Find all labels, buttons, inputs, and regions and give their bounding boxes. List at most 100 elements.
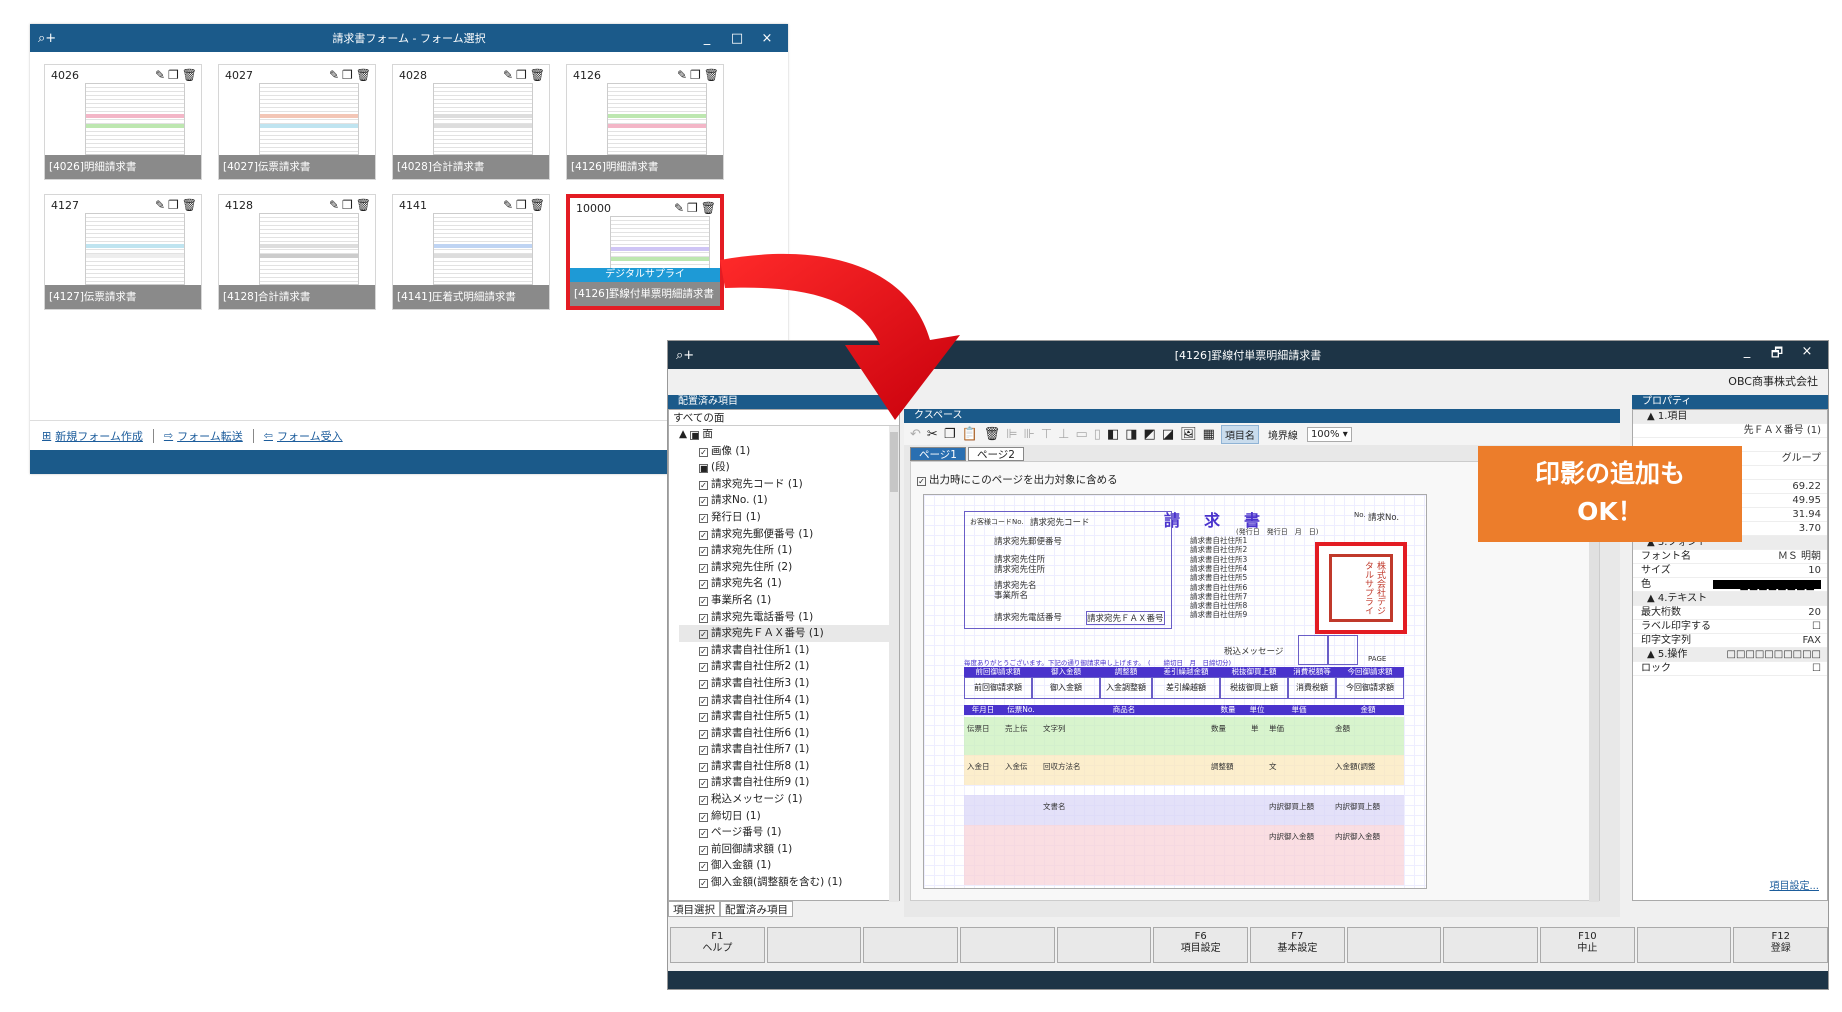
detail-cell[interactable]: 内訳御買上額 (1269, 801, 1314, 812)
checkbox[interactable]: ✓ (917, 477, 926, 486)
checkbox[interactable]: ✓ (699, 563, 708, 573)
detail-cell[interactable]: 伝票日 (967, 723, 990, 734)
detail-cell[interactable]: 内訳御買上額 (1335, 801, 1380, 812)
summary-value[interactable]: 消費税額 (1288, 677, 1336, 699)
trash-icon[interactable]: 🗑 (356, 68, 371, 82)
form-card[interactable]: 4027 ✎ ❐ 🗑 [4027]伝票請求書 (218, 64, 376, 180)
checkbox[interactable]: ✓ (699, 679, 708, 689)
tab-item-select[interactable]: 項目選択 (668, 901, 720, 917)
item-name-toggle[interactable]: 項目名 (1220, 424, 1259, 444)
property-row[interactable]: 最大桁数 20 (1633, 606, 1827, 620)
send-backward-icon[interactable]: ◩ (1144, 427, 1156, 442)
send-back-icon[interactable]: ◪ (1162, 427, 1174, 442)
checkbox[interactable]: ✓ (699, 547, 708, 557)
form-transfer-link[interactable]: ⇨ フォーム転送 (164, 428, 243, 444)
form-card[interactable]: 4026 ✎ ❐ 🗑 [4026]明細請求書 (44, 64, 202, 180)
tab-page2[interactable]: ページ2 (967, 447, 1024, 461)
checkbox[interactable]: ✓ (699, 580, 708, 590)
edit-icon[interactable]: ✎ (674, 201, 684, 215)
stamp-slot[interactable] (1328, 635, 1358, 665)
form-card[interactable]: 4141 ✎ ❐ 🗑 [4141]圧着式明細請求書 (392, 194, 550, 310)
checkbox[interactable]: ✓ (699, 497, 708, 507)
maximize-button[interactable]: □ (724, 31, 750, 46)
tree-item[interactable]: ✓ 前回御請求額 (1) (679, 841, 899, 858)
checkbox[interactable]: ✓ (699, 845, 708, 855)
summary-value[interactable]: 税抜御買上額 (1220, 677, 1288, 699)
edit-icon[interactable]: ✎ (155, 198, 165, 212)
detail-cell[interactable]: 文 (1269, 761, 1277, 772)
tree-item[interactable]: ✓ 請求書自社住所9 (1) (679, 774, 899, 791)
checkbox[interactable]: ✓ (699, 796, 708, 806)
property-value[interactable]: 10 (1713, 564, 1827, 577)
detail-cell[interactable]: 単価 (1269, 723, 1284, 734)
checkbox[interactable]: ✓ (699, 447, 708, 457)
address-field[interactable]: 請求宛先電話番号 (994, 611, 1062, 623)
close-button[interactable]: × (1794, 344, 1820, 366)
checkbox[interactable]: ✓ (699, 480, 708, 490)
tree-item[interactable]: ✓ 請求書自社住所7 (1) (679, 741, 899, 758)
trash-icon[interactable]: 🗑 (701, 201, 716, 215)
grid-icon[interactable]: ▦ (1203, 427, 1215, 442)
tree-item[interactable]: ■ (段) (679, 459, 899, 476)
stamp-slot[interactable] (1298, 635, 1328, 665)
function-key-f7[interactable]: F7 基本設定 (1250, 927, 1345, 963)
tab-placed-items[interactable]: 配置済み項目 (720, 901, 793, 917)
detail-cell[interactable]: 内訳御入金額 (1269, 831, 1314, 842)
detail-cell[interactable]: 調整額 (1211, 761, 1234, 772)
copy-icon[interactable]: ❐ (168, 68, 179, 82)
property-value[interactable]: 先ＦＡＸ番号 (1) (1713, 424, 1827, 437)
tree-item[interactable]: ✓ 税込メッセージ (1) (679, 791, 899, 808)
minimize-button[interactable]: _ (694, 31, 720, 46)
tree-item[interactable]: ✓ 請求宛先電話番号 (1) (679, 609, 899, 626)
tree-item[interactable]: ✓ 御入金額(調整額を含む) (1) (679, 874, 899, 891)
summary-value[interactable]: 差引繰越額 (1152, 677, 1220, 699)
property-value[interactable]: ☐ (1713, 662, 1827, 675)
checkbox[interactable]: ✓ (699, 713, 708, 723)
customer-code-field[interactable]: 請求宛先コード (1030, 516, 1090, 528)
trash-icon[interactable]: 🗑 (704, 68, 719, 82)
form-card[interactable]: 4126 ✎ ❐ 🗑 [4126]明細請求書 (566, 64, 724, 180)
address-field[interactable]: 事業所名 (994, 589, 1028, 601)
search-plus-icon[interactable]: ⌕+ (38, 31, 56, 46)
property-value[interactable]: ＭＳ 明朝 (1713, 550, 1827, 563)
property-value[interactable]: FAX □□□□□□□□□□ (1713, 634, 1827, 660)
checkbox[interactable]: ✓ (699, 746, 708, 756)
property-row[interactable]: サイズ 10 (1633, 564, 1827, 578)
same-width-icon[interactable]: ▭ (1075, 427, 1087, 442)
invoice-no-field[interactable]: 請求No. (1368, 511, 1399, 523)
tree-item[interactable]: ✓ 請求宛先ＦＡＸ番号 (1) (679, 625, 899, 642)
property-row[interactable]: 先ＦＡＸ番号 (1) (1633, 424, 1827, 438)
copy-icon[interactable]: ❐ (516, 198, 527, 212)
detail-cell[interactable]: 金額 (1335, 723, 1350, 734)
tree-item[interactable]: ✓ 請求書自社住所8 (1) (679, 758, 899, 775)
form-card[interactable]: 4128 ✎ ❐ 🗑 [4128]合計請求書 (218, 194, 376, 310)
form-receive-link[interactable]: ⇦ フォーム受入 (264, 428, 343, 444)
zoom-select[interactable]: 100% ▾ (1306, 426, 1352, 442)
summary-value[interactable]: 御入金額 (1032, 677, 1100, 699)
fax-field[interactable]: 請求宛先ＦＡＸ番号 (1086, 611, 1165, 625)
tree-item[interactable]: ✓ 締切日 (1) (679, 808, 899, 825)
detail-cell[interactable]: 入金日 (967, 761, 990, 772)
copy-icon[interactable]: ❐ (168, 198, 179, 212)
checkbox[interactable]: ✓ (699, 663, 708, 673)
left-scrollbar[interactable] (889, 426, 899, 902)
item-settings-link[interactable]: 項目設定... (1769, 877, 1819, 892)
form-card[interactable]: 4028 ✎ ❐ 🗑 [4028]合計請求書 (392, 64, 550, 180)
property-value[interactable]: 20 (1713, 606, 1827, 619)
image-icon[interactable]: 🖼 (1180, 427, 1197, 442)
detail-cell[interactable]: 入金額(調整 (1335, 761, 1375, 772)
function-key-blank[interactable] (1443, 927, 1539, 963)
copy-icon[interactable]: ❐ (516, 68, 527, 82)
property-value[interactable]: ■■■■■■■■ (1713, 580, 1821, 592)
checkbox[interactable]: ✓ (699, 630, 708, 640)
detail-cell[interactable]: 回収方法名 (1043, 761, 1081, 772)
function-key-blank[interactable] (863, 927, 959, 963)
tree-item[interactable]: ✓ 請求宛先名 (1) (679, 575, 899, 592)
copy-icon[interactable]: ❐ (690, 68, 701, 82)
summary-value[interactable]: 今回御請求額 (1336, 677, 1404, 699)
tree-item[interactable]: ✓ 請求書自社住所1 (1) (679, 642, 899, 659)
copy-icon[interactable]: ❐ (687, 201, 698, 215)
output-page-checkbox[interactable]: ✓ 出力時にこのページを出力対象に含める (917, 472, 1118, 487)
company-seal-image[interactable]: 株式会社デジタルサプライ (1329, 554, 1393, 622)
edit-icon[interactable]: ✎ (329, 198, 339, 212)
